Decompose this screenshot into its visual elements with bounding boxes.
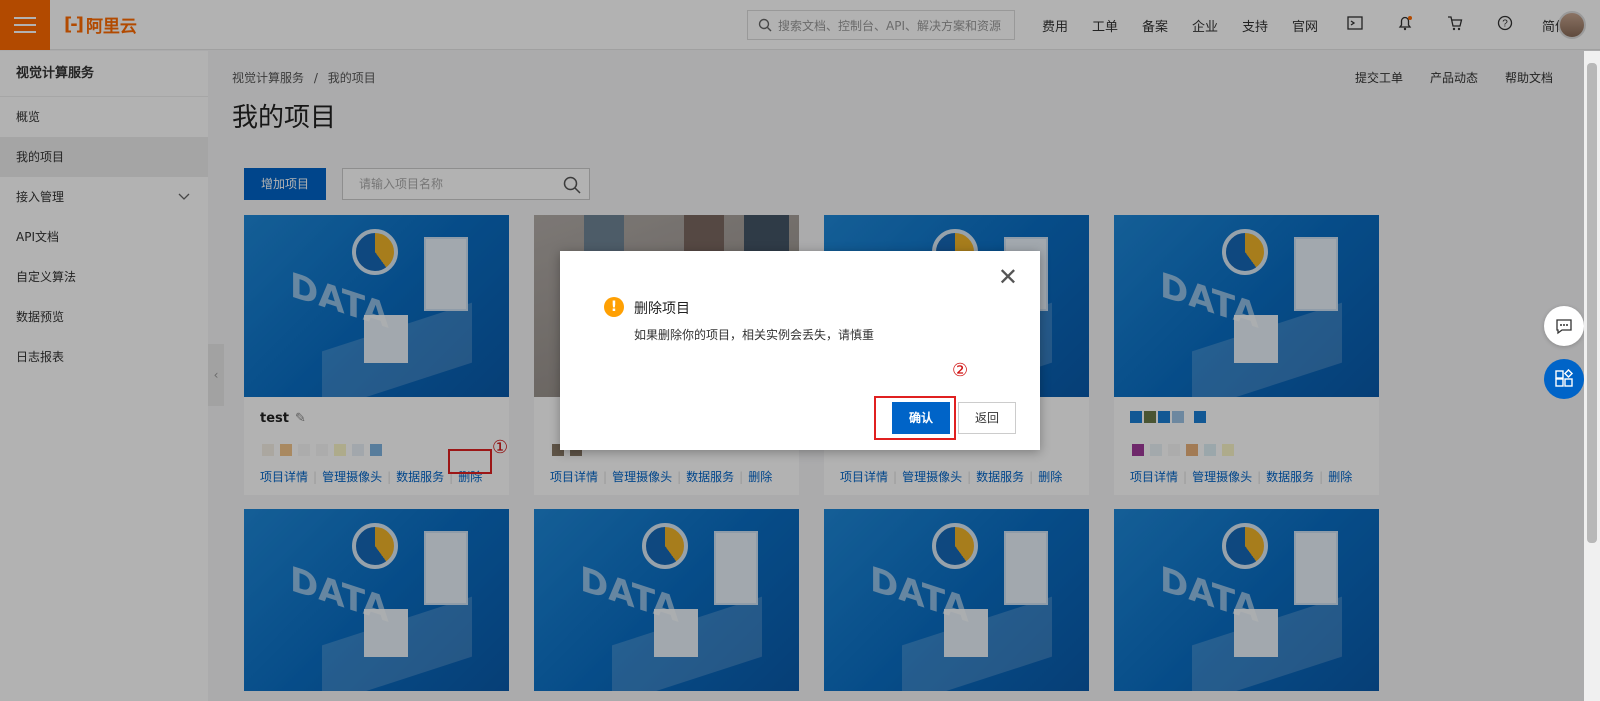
page-scrollbar[interactable] xyxy=(1584,51,1600,701)
close-icon[interactable]: ✕ xyxy=(998,265,1018,289)
delete-confirm-dialog: ✕ ! 删除项目 如果删除你的项目，相关实例会丢失，请慎重 确认 返回 xyxy=(560,251,1040,450)
confirm-highlight-box xyxy=(874,396,956,440)
dialog-title: 删除项目 xyxy=(634,301,690,317)
annotation-step-2: ② xyxy=(952,360,969,381)
apps-grid-icon[interactable] xyxy=(1544,359,1584,399)
chat-bubble-icon[interactable] xyxy=(1544,306,1584,346)
warning-icon: ! xyxy=(604,297,624,317)
scrollbar-thumb[interactable] xyxy=(1587,63,1597,543)
dialog-message: 如果删除你的项目，相关实例会丢失，请慎重 xyxy=(634,328,875,342)
cancel-button[interactable]: 返回 xyxy=(958,402,1016,434)
